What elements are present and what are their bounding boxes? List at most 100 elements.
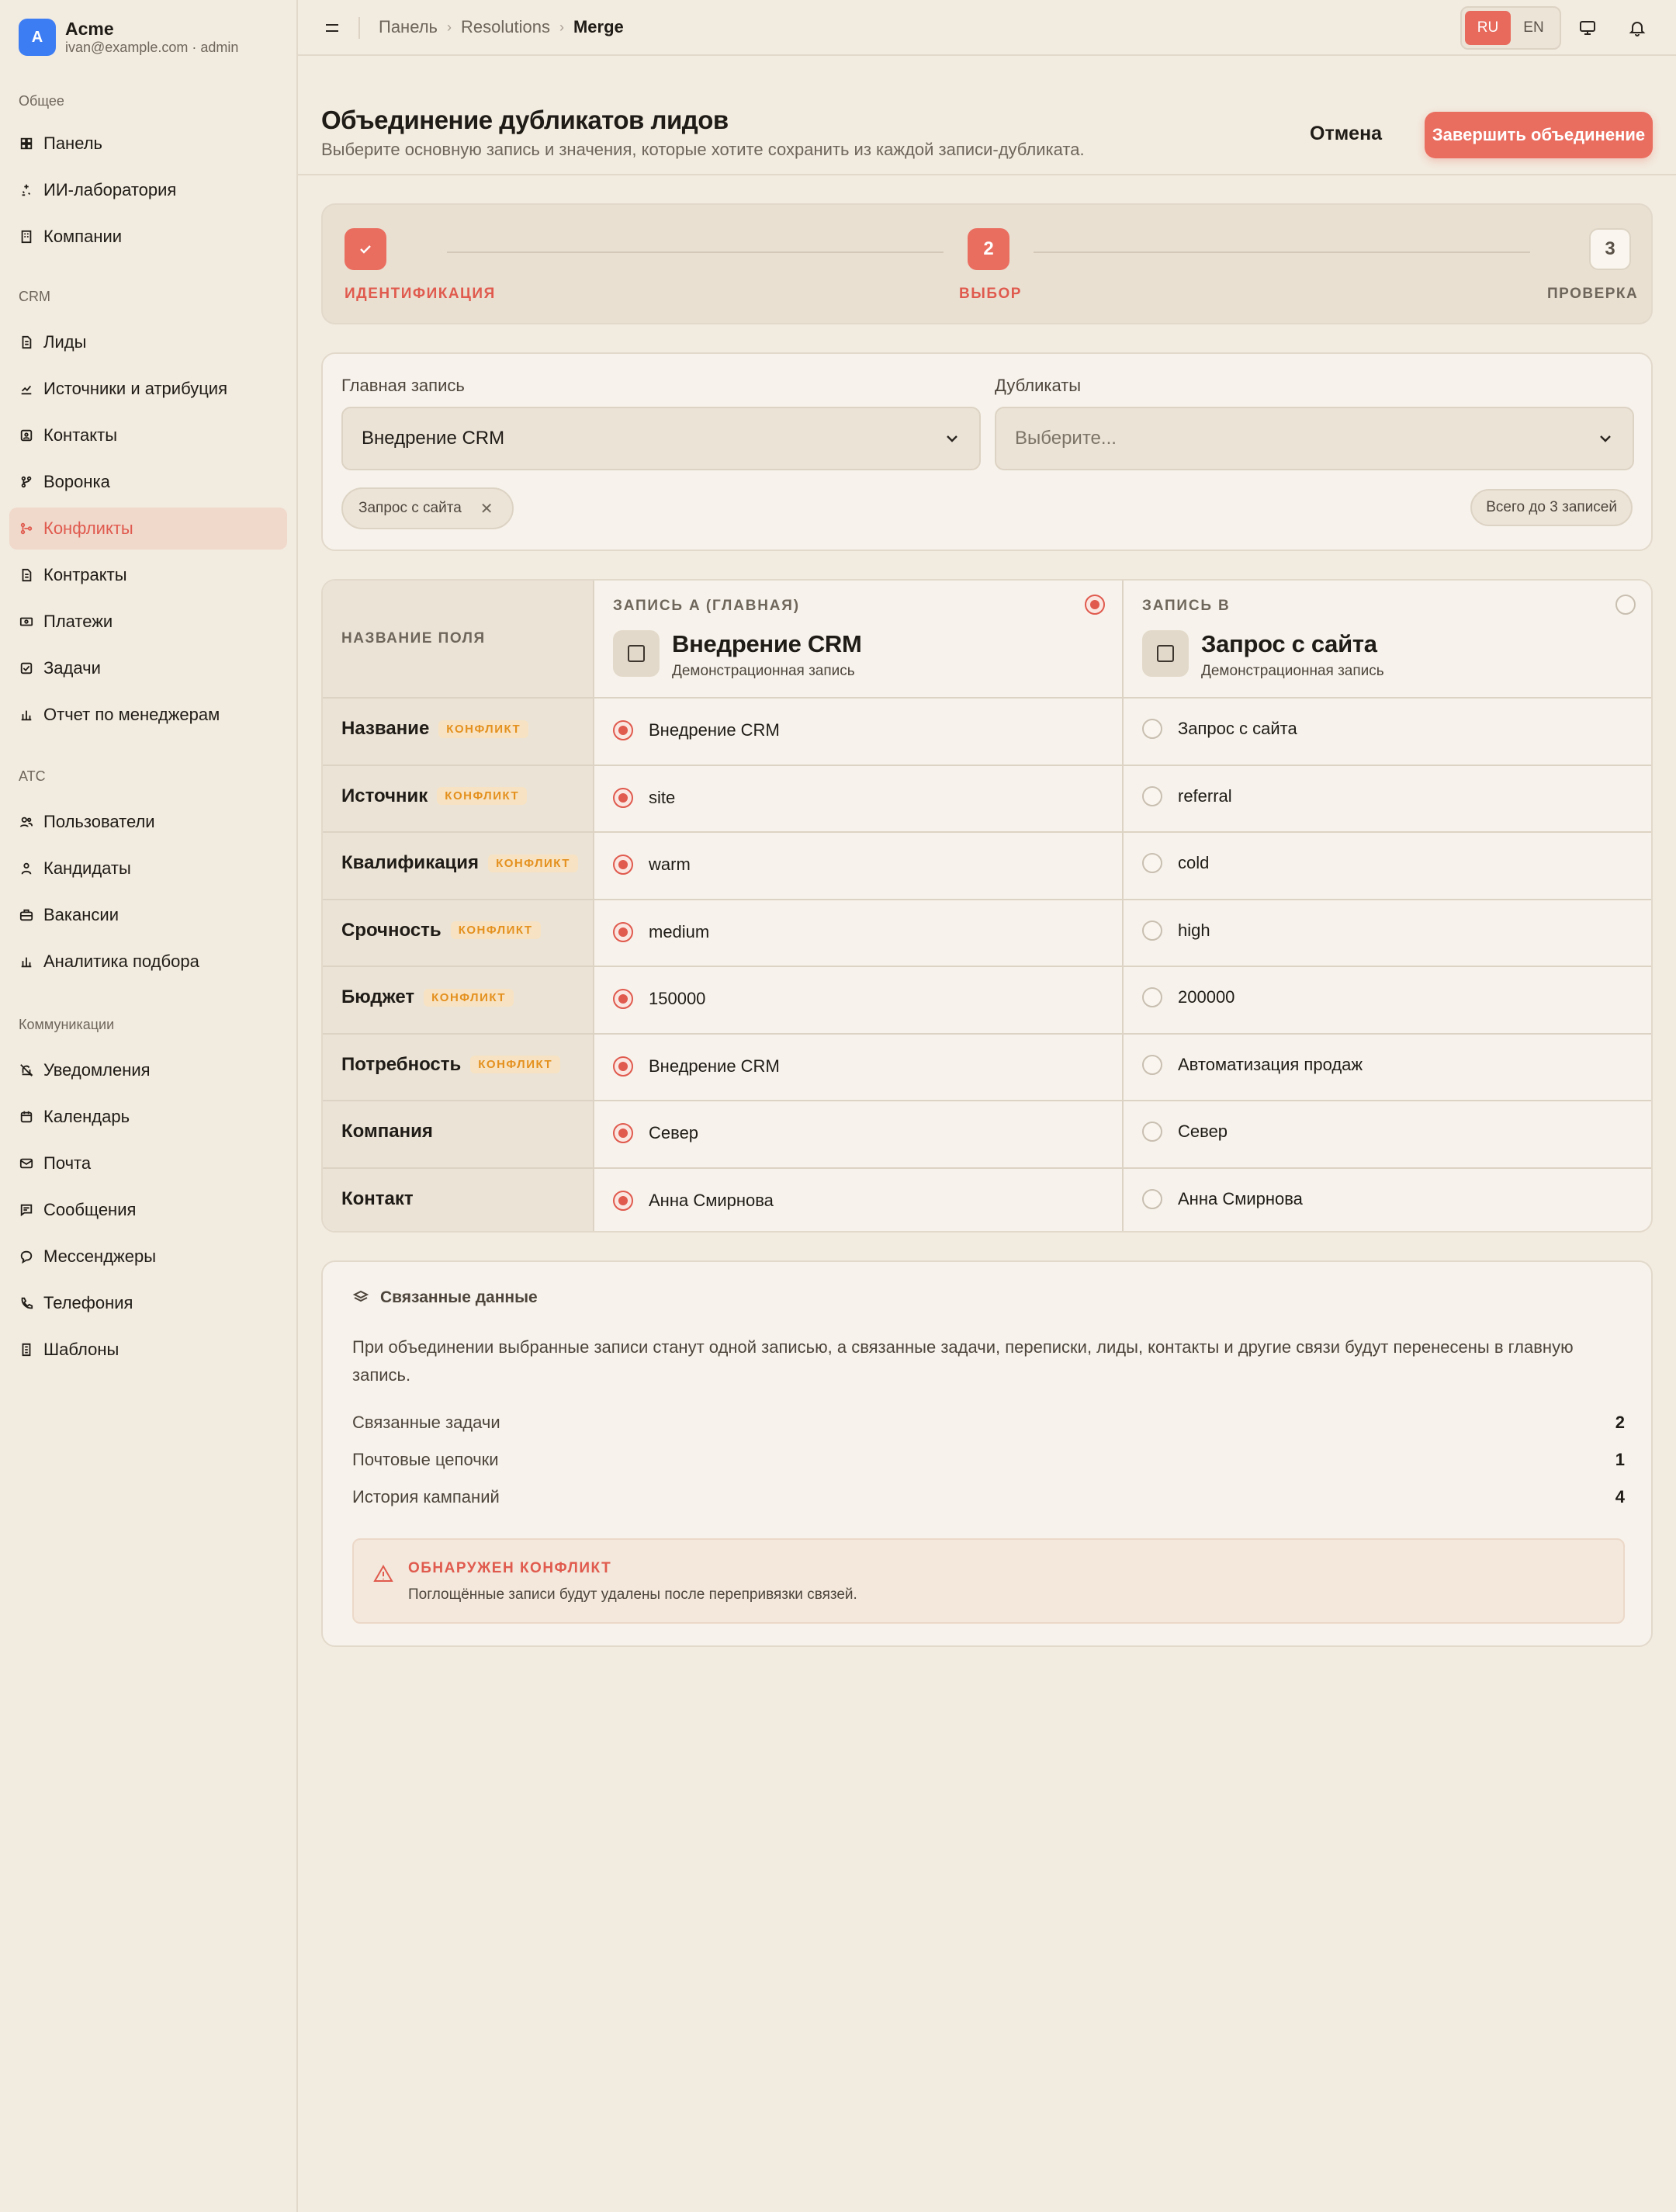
- sidebar-item[interactable]: Уведомления: [9, 1049, 287, 1091]
- record-b-value-radio[interactable]: [1142, 1054, 1162, 1075]
- stat-value: 4: [1615, 1487, 1625, 1506]
- document-icon: [19, 335, 34, 350]
- sidebar-item-label: Пользователи: [43, 812, 155, 831]
- breadcrumb-item-resolutions[interactable]: Resolutions: [461, 17, 550, 37]
- language-en-button[interactable]: EN: [1511, 11, 1557, 45]
- conflict-warning: ОБНАРУЖЕН КОНФЛИКТ Поглощённые записи бу…: [352, 1538, 1625, 1624]
- sidebar-item-label: Компании: [43, 227, 123, 246]
- record-b-title: Запрос с сайта: [1201, 630, 1377, 657]
- sidebar-item-label: Контракты: [43, 565, 127, 584]
- breadcrumb-item-panel[interactable]: Панель: [379, 17, 438, 37]
- close-icon[interactable]: ✕: [480, 499, 493, 518]
- sidebar-item-label: Аналитика подбора: [43, 952, 199, 971]
- sidebar-item[interactable]: Отчет по менеджерам: [9, 694, 287, 736]
- sidebar: A Acme ivan@example.com · admin Общее Пан…: [0, 0, 298, 2212]
- record-a-value-radio[interactable]: [613, 1190, 633, 1211]
- sidebar-item[interactable]: Пользователи: [9, 801, 287, 843]
- row-divider: [323, 966, 1651, 967]
- layers-icon: [352, 1289, 369, 1306]
- language-ru-button[interactable]: RU: [1465, 11, 1511, 45]
- record-b-value-radio[interactable]: [1142, 1122, 1162, 1142]
- nav-section-title: Общее: [19, 93, 64, 109]
- sidebar-item[interactable]: Кандидаты: [9, 848, 287, 889]
- record-b-value-radio[interactable]: [1142, 1188, 1162, 1209]
- sidebar-item[interactable]: Источники и атрибуция: [9, 368, 287, 410]
- sidebar-item[interactable]: Воронка: [9, 461, 287, 503]
- sidebar-item[interactable]: Календарь: [9, 1096, 287, 1138]
- briefcase-icon: [19, 907, 34, 923]
- record-b-value-radio[interactable]: [1142, 987, 1162, 1008]
- record-a-value-radio[interactable]: [613, 921, 633, 942]
- record-a-value-radio[interactable]: [613, 720, 633, 741]
- cancel-button[interactable]: Отмена: [1310, 123, 1382, 145]
- field-label: Компания: [341, 1121, 433, 1142]
- sidebar-item[interactable]: Мессенджеры: [9, 1236, 287, 1278]
- monitor-icon[interactable]: [1575, 16, 1600, 40]
- sidebar-item[interactable]: Конфликты: [9, 508, 287, 550]
- step-3-indicator: 3: [1589, 228, 1631, 270]
- language-switcher: RU EN: [1460, 6, 1561, 50]
- step-connector: [447, 251, 944, 253]
- dashboard-icon: [19, 136, 34, 151]
- sidebar-item[interactable]: Сообщения: [9, 1189, 287, 1231]
- sidebar-item[interactable]: Платежи: [9, 601, 287, 643]
- duplicate-chip-label: Запрос с сайта: [358, 500, 462, 516]
- stat-value: 1: [1615, 1450, 1625, 1469]
- building-icon: [19, 229, 34, 244]
- sidebar-item[interactable]: Контракты: [9, 554, 287, 596]
- sidebar-item-label: Сообщения: [43, 1200, 137, 1219]
- stat-row: История кампаний 4: [352, 1487, 1625, 1507]
- field-name-header: НАЗВАНИЕ ПОЛЯ: [341, 630, 486, 647]
- sidebar-item[interactable]: Задачи: [9, 647, 287, 689]
- brand[interactable]: A Acme ivan@example.com · admin: [19, 19, 238, 56]
- sidebar-item[interactable]: Почта: [9, 1142, 287, 1184]
- related-data-card: Связанные данные При объединении выбранн…: [321, 1260, 1653, 1647]
- sidebar-toggle-icon[interactable]: [321, 17, 343, 39]
- record-a-kicker: ЗАПИСЬ A (ГЛАВНАЯ): [613, 598, 800, 614]
- sidebar-item[interactable]: Лиды: [9, 321, 287, 363]
- record-a-primary-radio[interactable]: [1085, 595, 1105, 615]
- record-b-kicker: ЗАПИСЬ B: [1142, 598, 1231, 614]
- checkbox-icon: [19, 660, 34, 676]
- sidebar-item[interactable]: Телефония: [9, 1282, 287, 1324]
- record-a-title: Внедрение CRM: [672, 630, 862, 657]
- nav-section-title: CRM: [19, 289, 50, 304]
- record-a-checkbox-icon[interactable]: [613, 630, 660, 677]
- chevron-down-icon: [944, 430, 961, 447]
- record-a-value-radio[interactable]: [613, 1056, 633, 1077]
- conflict-badge: КОНФЛИКТ: [438, 719, 529, 738]
- sidebar-item[interactable]: Панель: [9, 123, 287, 165]
- duplicate-chip: Запрос с сайта ✕: [341, 487, 514, 529]
- record-b-primary-radio[interactable]: [1615, 595, 1636, 615]
- sidebar-item-label: Платежи: [43, 612, 113, 631]
- sidebar-item[interactable]: Вакансии: [9, 894, 287, 936]
- record-a-value-radio[interactable]: [613, 1123, 633, 1144]
- bell-off-icon: [19, 1063, 34, 1078]
- record-a-value-radio[interactable]: [613, 787, 633, 808]
- record-b-value-radio[interactable]: [1142, 853, 1162, 874]
- conflict-badge: КОНФЛИКТ: [424, 988, 514, 1007]
- bell-icon[interactable]: [1625, 16, 1650, 40]
- sparkles-icon: [19, 182, 34, 198]
- record-b-value-radio[interactable]: [1142, 785, 1162, 806]
- primary-record-select[interactable]: Внедрение CRM: [341, 407, 981, 470]
- sidebar-item[interactable]: Аналитика подбора: [9, 941, 287, 983]
- record-b-value-radio[interactable]: [1142, 719, 1162, 740]
- record-a-value-radio[interactable]: [613, 855, 633, 875]
- duplicates-select[interactable]: Выберите...: [995, 407, 1634, 470]
- record-b-value-radio[interactable]: [1142, 920, 1162, 941]
- record-b-checkbox-icon[interactable]: [1142, 630, 1189, 677]
- sidebar-item[interactable]: ИИ-лаборатория: [9, 169, 287, 211]
- complete-merge-button[interactable]: Завершить объединение: [1425, 112, 1653, 158]
- record-b-value: Север: [1178, 1122, 1228, 1142]
- sidebar-item[interactable]: Контакты: [9, 414, 287, 456]
- sidebar-item-label: Шаблоны: [43, 1340, 119, 1359]
- step-3-label: ПРОВЕРКА: [1547, 286, 1639, 302]
- warning-title: ОБНАРУЖЕН КОНФЛИКТ: [408, 1560, 612, 1576]
- duplicates-placeholder: Выберите...: [1015, 428, 1117, 449]
- sidebar-item[interactable]: Шаблоны: [9, 1329, 287, 1371]
- record-a-value-radio[interactable]: [613, 989, 633, 1010]
- sidebar-item[interactable]: Компании: [9, 216, 287, 258]
- step-2-label: ВЫБОР: [959, 286, 1022, 302]
- template-icon: [19, 1342, 34, 1357]
